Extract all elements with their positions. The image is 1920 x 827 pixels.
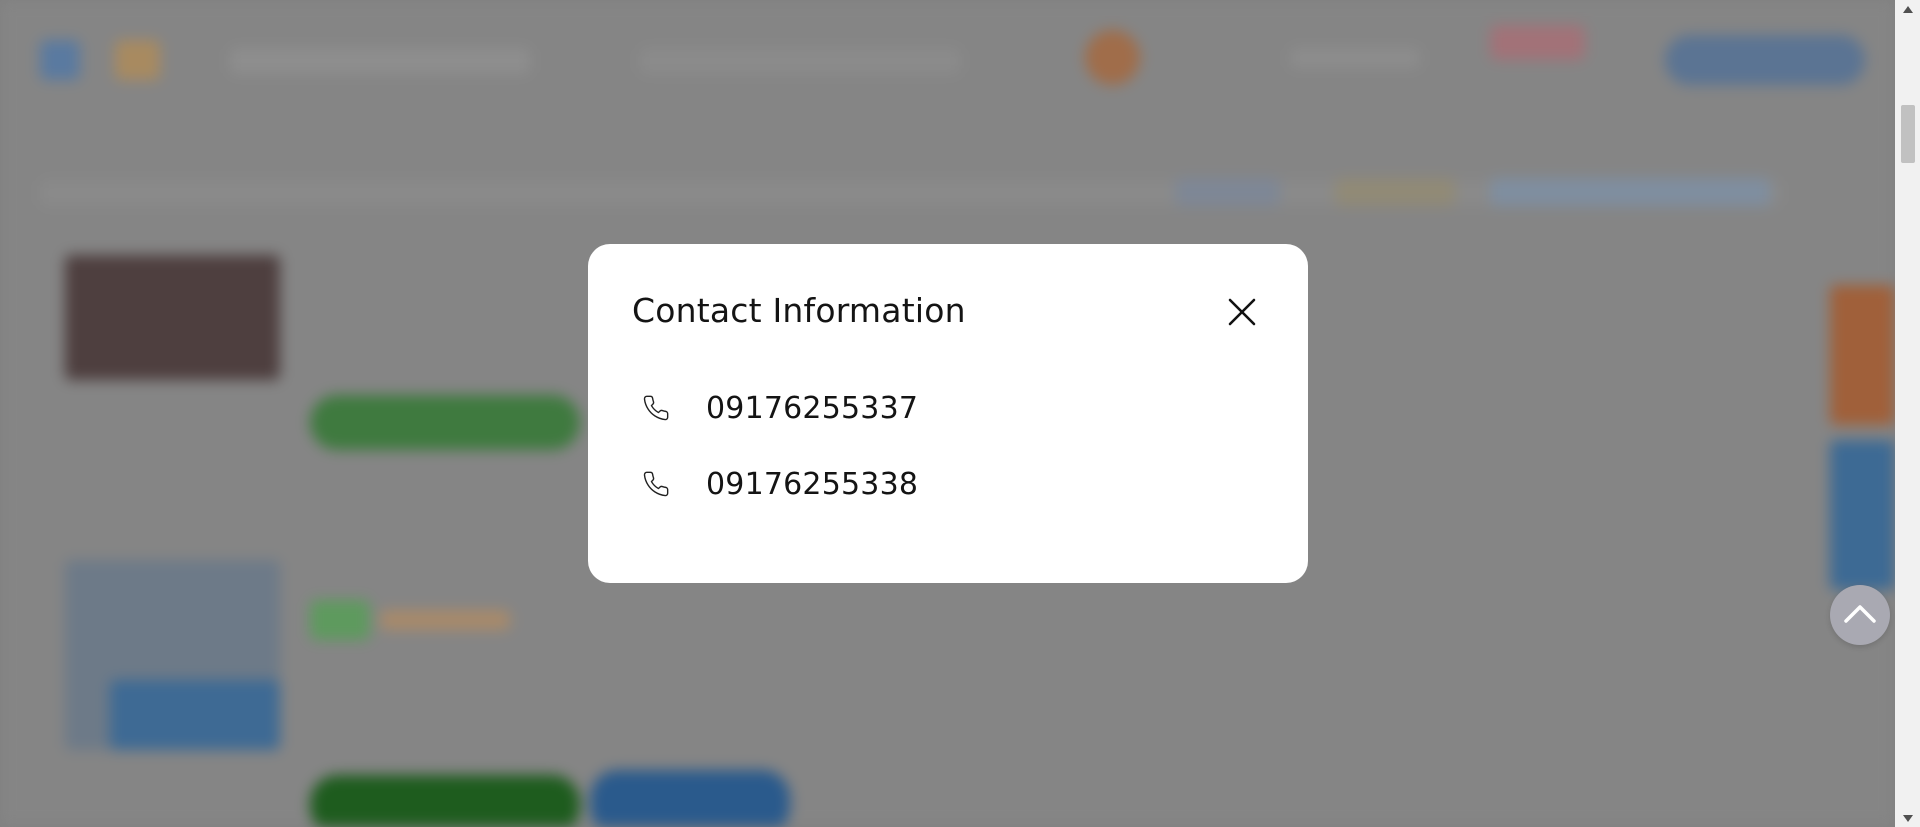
bg-cta: [1665, 35, 1865, 85]
chevron-up-icon: [1843, 602, 1877, 628]
bg-nav-highlight: [1175, 178, 1280, 206]
back-to-top-button[interactable]: [1830, 585, 1890, 645]
phone-icon: [640, 392, 672, 424]
vertical-scrollbar[interactable]: [1895, 0, 1920, 827]
bg-green-btn-2: [310, 775, 580, 827]
phone-number[interactable]: 09176255337: [706, 391, 918, 426]
scrollbar-thumb[interactable]: [1901, 105, 1915, 163]
contact-information-modal: Contact Information 09176255337 09176255…: [588, 244, 1308, 583]
triangle-down-icon[interactable]: [1895, 809, 1920, 827]
phone-row[interactable]: 09176255337: [640, 388, 918, 428]
bg-side-blue: [1830, 440, 1895, 590]
bg-search: [230, 48, 530, 74]
bg-search-2: [640, 48, 960, 74]
close-icon: [1227, 297, 1257, 331]
bg-badge-2: [310, 600, 370, 640]
bg-nav-highlight-2: [1335, 178, 1455, 206]
bg-green-btn-1: [310, 395, 580, 450]
bg-thumb-2-blue: [110, 680, 280, 750]
phone-number[interactable]: 09176255338: [706, 467, 918, 502]
bg-badge: [1490, 25, 1585, 60]
bg-thumb-1: [65, 255, 280, 380]
bg-nav-highlight-3: [1490, 178, 1770, 206]
close-button[interactable]: [1224, 296, 1260, 332]
bg-avatar: [1085, 30, 1140, 85]
modal-title: Contact Information: [632, 291, 966, 330]
phone-row[interactable]: 09176255338: [640, 464, 918, 504]
bg-blue-btn-2: [590, 770, 790, 827]
bg-logo: [40, 40, 80, 80]
bg-logo-mark: [115, 40, 160, 80]
bg-text-2: [380, 610, 510, 630]
bg-header-link: [1290, 48, 1420, 68]
triangle-up-icon[interactable]: [1895, 0, 1920, 18]
bg-side-orange: [1830, 285, 1895, 425]
phone-icon: [640, 468, 672, 500]
